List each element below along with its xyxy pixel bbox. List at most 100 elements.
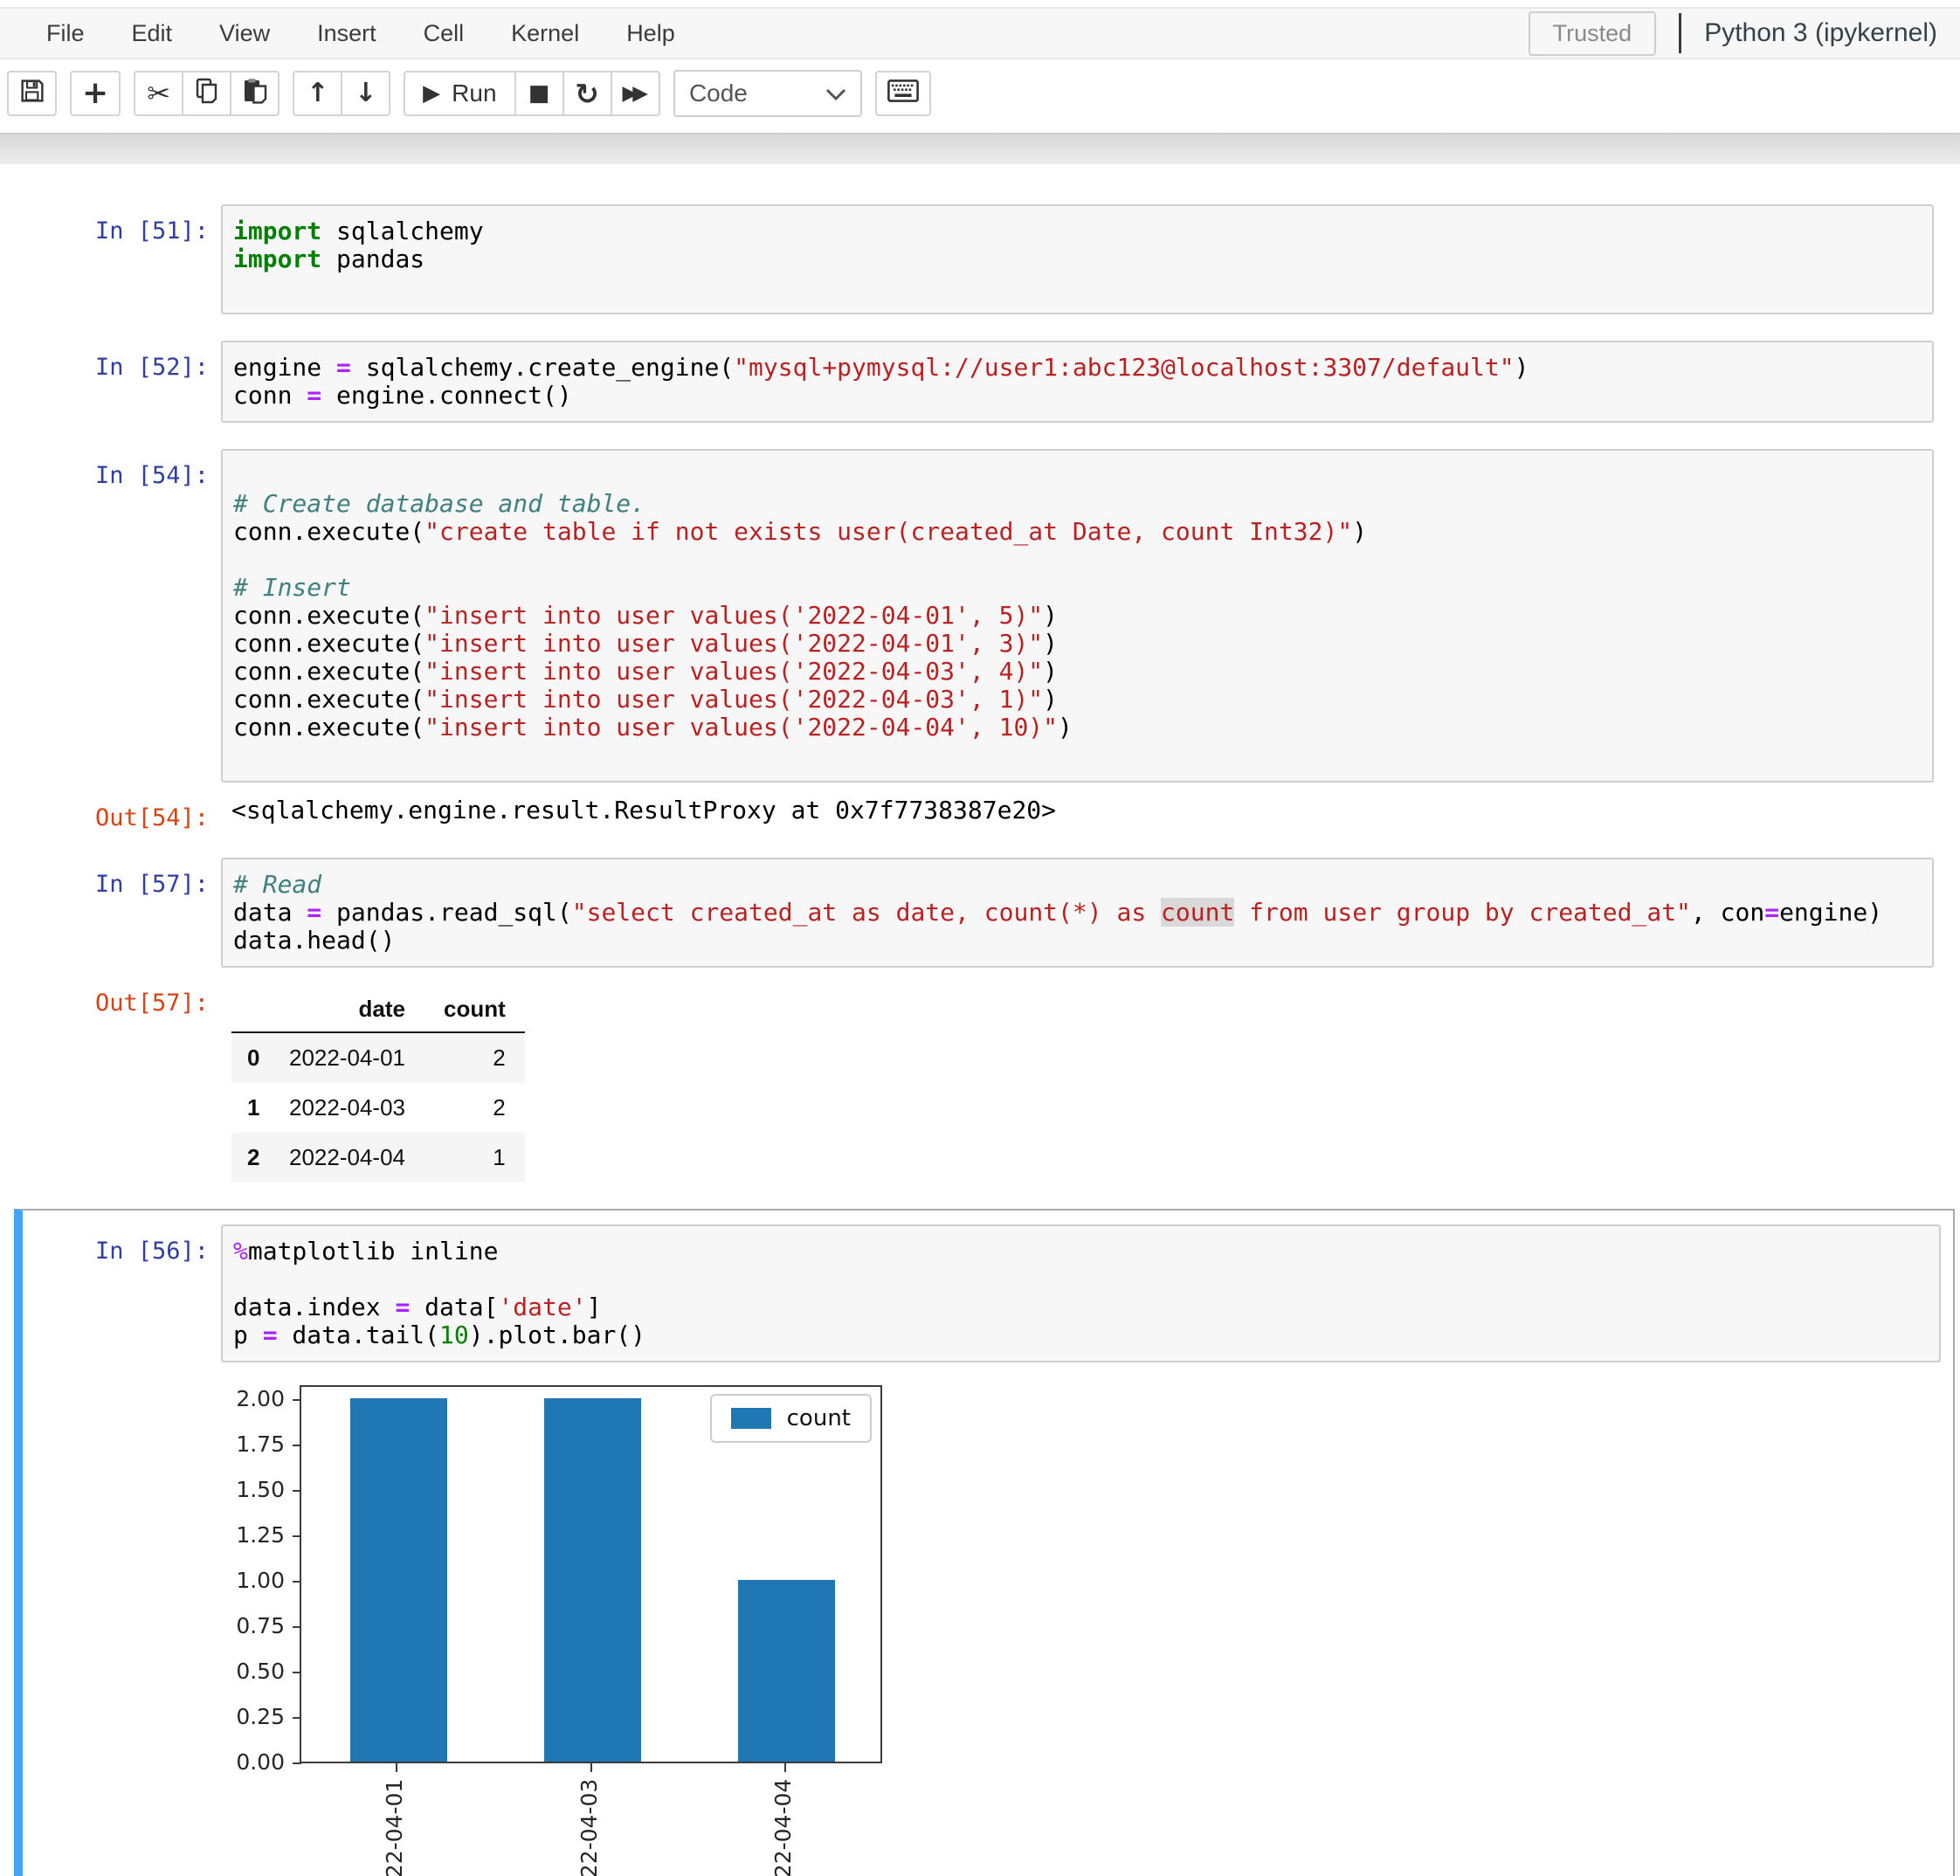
menu-insert[interactable]: Insert bbox=[293, 20, 400, 47]
input-prompt: In [54]: bbox=[14, 449, 221, 783]
move-cell-down-button[interactable]: ↓ bbox=[341, 71, 390, 116]
fast-forward-icon: ▶▶ bbox=[623, 84, 648, 104]
save-button[interactable] bbox=[7, 71, 57, 116]
bar bbox=[544, 1398, 641, 1762]
command-palette-button[interactable] bbox=[875, 71, 931, 116]
x-tick-mark bbox=[396, 1763, 397, 1772]
stop-icon: ■ bbox=[528, 82, 550, 105]
scissors-icon: ✂ bbox=[147, 79, 170, 107]
code-line: # Create database and table. bbox=[233, 490, 1922, 518]
code-line: # Read bbox=[233, 871, 1922, 899]
y-tick-label: 0.00 bbox=[208, 1749, 285, 1775]
code-line bbox=[233, 462, 1922, 490]
insert-cell-below-button[interactable]: + bbox=[70, 71, 121, 116]
play-icon: ▶ bbox=[423, 82, 440, 105]
code-cell-54[interactable]: In [54]: # Create database and table.con… bbox=[14, 449, 1946, 831]
output-prompt: Out[57]: bbox=[14, 976, 221, 1183]
run-label: Run bbox=[452, 79, 496, 107]
restart-run-all-button[interactable]: ▶▶ bbox=[611, 71, 660, 116]
code-editor[interactable]: # Create database and table.conn.execute… bbox=[221, 449, 1934, 783]
move-cell-up-button[interactable]: ↑ bbox=[293, 71, 342, 116]
bar bbox=[738, 1580, 835, 1762]
menu-kernel[interactable]: Kernel bbox=[487, 20, 603, 47]
kernel-divider bbox=[1679, 13, 1681, 53]
bar-chart-figure: count0.000.250.500.751.001.251.501.752.0… bbox=[208, 1373, 1186, 1876]
code-editor[interactable]: # Readdata = pandas.read_sql("select cre… bbox=[221, 858, 1934, 968]
code-editor[interactable]: import sqlalchemyimport pandas bbox=[221, 204, 1934, 314]
menubar-right: Trusted Python 3 (ipykernel) bbox=[1529, 11, 1937, 56]
y-tick-label: 2.00 bbox=[208, 1386, 285, 1411]
menu-help[interactable]: Help bbox=[603, 20, 699, 47]
code-cell-51[interactable]: In [51]: import sqlalchemyimport pandas bbox=[14, 204, 1946, 314]
menu-bar: File Edit View Insert Cell Kernel Help T… bbox=[0, 7, 1960, 59]
x-tick-mark bbox=[590, 1763, 592, 1772]
toolbar-shadow-band bbox=[0, 133, 1960, 164]
cut-cell-button[interactable]: ✂ bbox=[134, 71, 183, 116]
menu-file[interactable]: File bbox=[23, 20, 108, 47]
code-cell-56-selected[interactable]: In [56]: %matplotlib inline data.index =… bbox=[14, 1209, 1955, 1876]
x-tick-label: 2022-04-03 bbox=[576, 1779, 602, 1876]
toolbar: + ✂ ↑ ↓ bbox=[0, 59, 1960, 128]
code-line: engine = sqlalchemy.create_engine("mysql… bbox=[233, 354, 1922, 382]
chart-legend: count bbox=[710, 1394, 872, 1443]
code-editor[interactable]: engine = sqlalchemy.create_engine("mysql… bbox=[221, 341, 1934, 423]
arrow-down-icon: ↓ bbox=[355, 80, 376, 107]
notebook-container: In [51]: import sqlalchemyimport pandas … bbox=[0, 164, 1960, 1876]
y-tick-mark bbox=[293, 1581, 301, 1583]
code-line: p = data.tail(10).plot.bar() bbox=[233, 1321, 1929, 1349]
menu-view[interactable]: View bbox=[196, 20, 293, 47]
code-line: conn.execute("insert into user values('2… bbox=[233, 686, 1922, 714]
y-tick-mark bbox=[293, 1535, 301, 1537]
code-line bbox=[233, 546, 1922, 574]
arrow-up-icon: ↑ bbox=[307, 80, 328, 107]
code-line bbox=[233, 741, 1922, 769]
code-line: # Insert bbox=[233, 574, 1922, 602]
y-tick-label: 1.00 bbox=[208, 1568, 285, 1593]
y-tick-mark bbox=[293, 1445, 301, 1446]
cell-type-select[interactable]: Code bbox=[673, 70, 862, 117]
restart-kernel-button[interactable]: ↻ bbox=[562, 71, 612, 116]
input-prompt: In [51]: bbox=[14, 204, 221, 314]
y-tick-label: 1.25 bbox=[208, 1522, 285, 1548]
menu-edit[interactable]: Edit bbox=[108, 20, 197, 47]
code-line: conn = engine.connect() bbox=[233, 382, 1922, 410]
code-line: conn.execute("create table if not exists… bbox=[233, 518, 1922, 546]
y-tick-mark bbox=[293, 1490, 301, 1492]
y-tick-mark bbox=[293, 1762, 301, 1764]
jupyter-notebook-app: File Edit View Insert Cell Kernel Help T… bbox=[0, 0, 1960, 1876]
code-line: conn.execute("insert into user values('2… bbox=[233, 714, 1922, 741]
dataframe-table: datecount02022-04-01212022-04-03222022-0… bbox=[231, 989, 525, 1183]
code-line: import sqlalchemy bbox=[233, 217, 1922, 245]
copy-cell-button[interactable] bbox=[182, 71, 231, 116]
y-tick-label: 1.50 bbox=[208, 1477, 285, 1502]
column-header: date bbox=[270, 989, 424, 1032]
run-button[interactable]: ▶ Run bbox=[404, 71, 515, 116]
code-line: conn.execute("insert into user values('2… bbox=[233, 658, 1922, 686]
x-tick-label: 2022-04-01 bbox=[382, 1779, 407, 1876]
code-editor[interactable]: %matplotlib inline data.index = data['da… bbox=[221, 1224, 1941, 1362]
trusted-button[interactable]: Trusted bbox=[1529, 11, 1657, 56]
code-line: data = pandas.read_sql("select created_a… bbox=[233, 899, 1922, 927]
code-line: data.index = data['date'] bbox=[233, 1293, 1929, 1321]
code-cell-57[interactable]: In [57]: # Readdata = pandas.read_sql("s… bbox=[14, 858, 1946, 1183]
legend-swatch bbox=[731, 1408, 771, 1429]
code-line bbox=[233, 273, 1922, 301]
interrupt-kernel-button[interactable]: ■ bbox=[514, 71, 564, 116]
plus-icon: + bbox=[82, 78, 108, 109]
menu-cell[interactable]: Cell bbox=[400, 20, 488, 47]
y-tick-label: 1.75 bbox=[208, 1431, 285, 1457]
code-line: %matplotlib inline bbox=[233, 1238, 1929, 1266]
table-row: 12022-04-032 bbox=[231, 1083, 525, 1133]
output-prompt: Out[54]: bbox=[14, 791, 221, 831]
plot-area: count bbox=[300, 1385, 882, 1763]
code-line: import pandas bbox=[233, 245, 1922, 273]
code-cell-52[interactable]: In [52]: engine = sqlalchemy.create_engi… bbox=[14, 341, 1946, 423]
input-prompt: In [56]: bbox=[23, 1224, 221, 1362]
table-row: 02022-04-012 bbox=[231, 1032, 525, 1083]
paste-cell-button[interactable] bbox=[230, 71, 280, 116]
legend-label: count bbox=[787, 1405, 851, 1431]
y-tick-label: 0.50 bbox=[208, 1659, 285, 1684]
table-row: 22022-04-041 bbox=[231, 1133, 525, 1183]
column-header: count bbox=[424, 989, 525, 1032]
x-tick-mark bbox=[784, 1763, 786, 1772]
